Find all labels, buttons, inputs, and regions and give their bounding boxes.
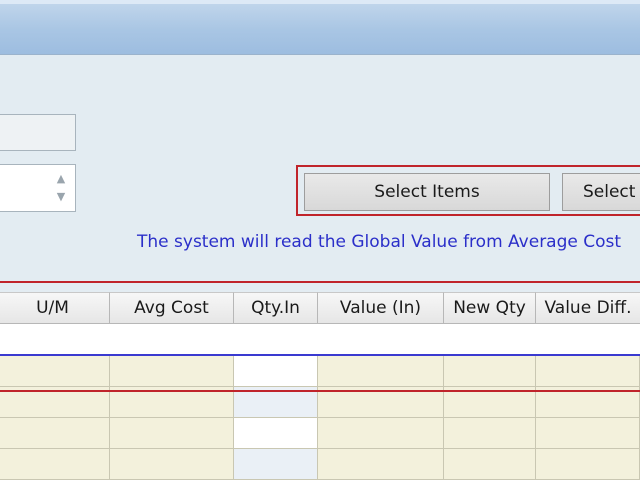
- grid-cell[interactable]: [318, 418, 444, 449]
- grid-cell-editable[interactable]: [234, 418, 318, 449]
- grid-cell[interactable]: [0, 356, 110, 387]
- column-header-new-qty[interactable]: New Qty: [444, 292, 536, 324]
- grid-cell[interactable]: [110, 418, 234, 449]
- grid-cell[interactable]: [0, 418, 110, 449]
- column-header-qty-in[interactable]: Qty.In: [234, 292, 318, 324]
- select-items-button[interactable]: Select Items: [304, 173, 550, 211]
- column-header-u-m[interactable]: U/M: [0, 292, 110, 324]
- grid-cell[interactable]: [444, 449, 536, 480]
- grid-cell-editable[interactable]: [234, 449, 318, 480]
- grid-cell[interactable]: [536, 356, 640, 387]
- grid-cell-editable[interactable]: [234, 356, 318, 387]
- grid-cell[interactable]: [536, 449, 640, 480]
- spin-up-icon[interactable]: ▲: [53, 171, 69, 187]
- window-titlebar: [0, 0, 640, 55]
- grid-cell[interactable]: [0, 449, 110, 480]
- grid-cell[interactable]: [444, 356, 536, 387]
- new-row[interactable]: [0, 324, 640, 356]
- column-header-value-diff[interactable]: Value Diff.: [536, 292, 640, 324]
- grid-cell[interactable]: [536, 418, 640, 449]
- section-highlight-line: [0, 281, 640, 283]
- select-more-button[interactable]: Select I: [562, 173, 640, 211]
- grid-cell[interactable]: [110, 356, 234, 387]
- spin-down-icon[interactable]: ▼: [53, 189, 69, 205]
- grid-cell[interactable]: [318, 356, 444, 387]
- info-message: The system will read the Global Value fr…: [137, 232, 622, 252]
- column-header-value-in[interactable]: Value (In): [318, 292, 444, 324]
- row-highlight-line: [0, 390, 640, 392]
- text-field[interactable]: [0, 114, 76, 151]
- titlebar-highlight: [0, 0, 640, 4]
- column-header-avg-cost[interactable]: Avg Cost: [110, 292, 234, 324]
- grid-cell[interactable]: [318, 449, 444, 480]
- grid-cell[interactable]: [110, 449, 234, 480]
- grid-cell[interactable]: [444, 418, 536, 449]
- spin-field[interactable]: ▲ ▼: [0, 164, 76, 212]
